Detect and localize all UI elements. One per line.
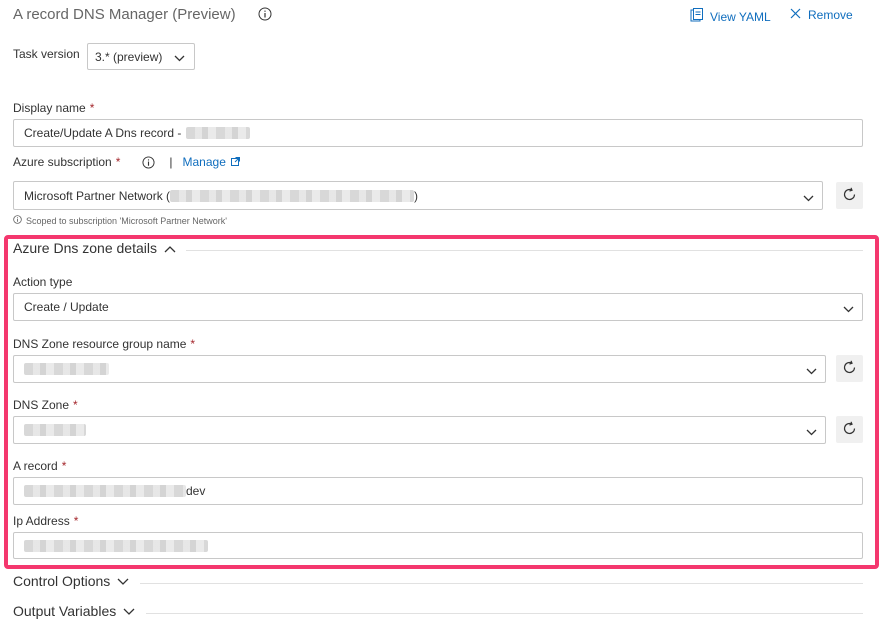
close-icon: [790, 8, 801, 22]
control-options-toggle[interactable]: Control Options: [13, 573, 129, 589]
azure-subscription-select[interactable]: Microsoft Partner Network ( ): [13, 181, 823, 210]
view-yaml-button[interactable]: View YAML: [690, 8, 771, 25]
redacted-text: [170, 189, 415, 202]
remove-label: Remove: [808, 8, 853, 22]
task-version-value: 3.* (preview): [95, 49, 163, 64]
remove-button[interactable]: Remove: [790, 8, 853, 22]
task-title: A record DNS Manager (Preview): [13, 6, 236, 23]
section-divider: [140, 583, 863, 584]
redacted-text: [186, 127, 251, 139]
clipboard-icon: [690, 8, 703, 25]
task-version-select[interactable]: 3.* (preview): [87, 43, 195, 70]
chevron-down-icon: [123, 603, 135, 619]
refresh-subscription-button[interactable]: [836, 182, 863, 209]
manage-link[interactable]: Manage: [183, 155, 240, 169]
task-version-label: Task version: [13, 47, 80, 61]
subscription-value-suffix: ): [414, 188, 419, 203]
external-link-icon: [230, 155, 240, 169]
info-icon: [13, 215, 22, 226]
azure-subscription-label: Azure subscription: [13, 155, 112, 169]
info-icon[interactable]: [142, 155, 155, 169]
chevron-down-icon: [803, 191, 814, 205]
scoped-note: Scoped to subscription 'Microsoft Partne…: [13, 215, 227, 226]
subscription-value-prefix: Microsoft Partner Network (: [24, 188, 171, 203]
azure-subscription-label-row: Azure subscription * | Manage: [13, 155, 240, 169]
output-variables-title: Output Variables: [13, 603, 117, 619]
view-yaml-label: View YAML: [710, 9, 771, 24]
chevron-down-icon: [174, 51, 185, 65]
info-icon[interactable]: [258, 7, 272, 21]
refresh-icon: [842, 187, 857, 205]
chevron-down-icon: [117, 573, 129, 589]
display-name-value: Create/Update A Dns record -: [24, 126, 182, 140]
display-name-label: Display name *: [13, 101, 95, 115]
display-name-input[interactable]: Create/Update A Dns record -: [13, 119, 863, 147]
output-variables-toggle[interactable]: Output Variables: [13, 603, 135, 619]
section-divider: [146, 613, 863, 614]
highlight-annotation: [4, 235, 879, 569]
control-options-title: Control Options: [13, 573, 111, 589]
separator: |: [169, 155, 173, 169]
